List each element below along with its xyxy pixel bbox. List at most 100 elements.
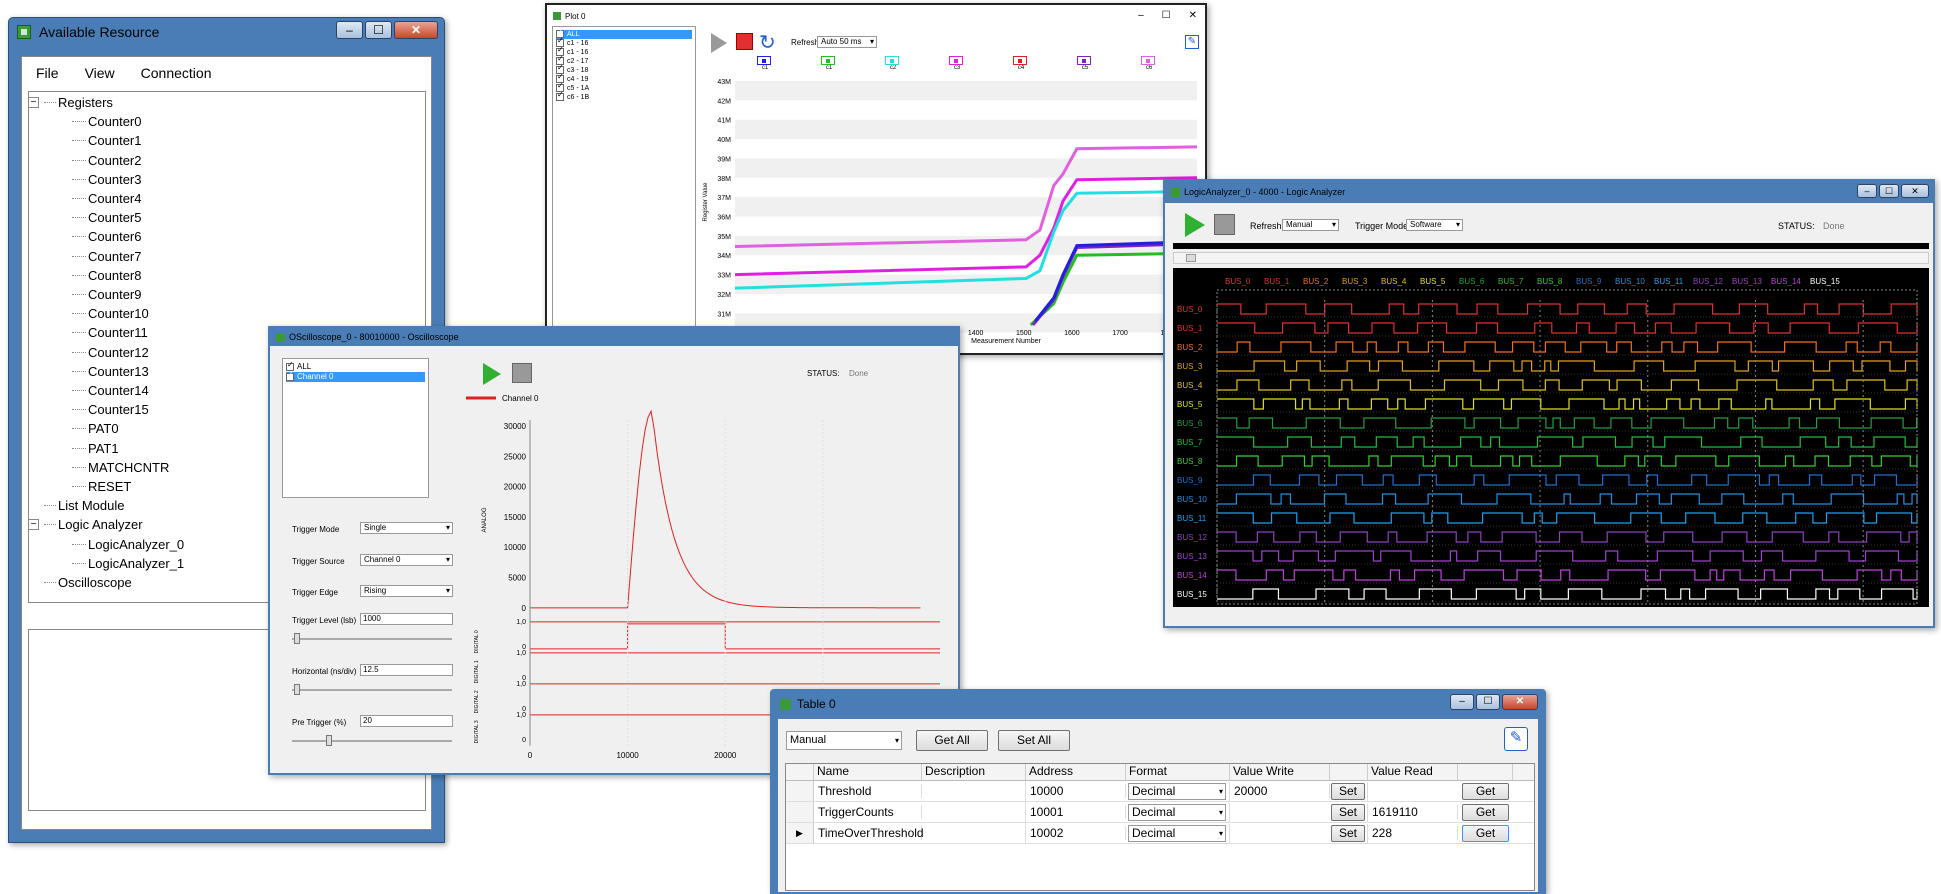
- value-read-cell[interactable]: 1619110: [1368, 805, 1458, 819]
- format-cell[interactable]: Decimal: [1126, 781, 1230, 801]
- tree-node[interactable]: LogicAnalyzer_0: [72, 535, 184, 554]
- column-header[interactable]: Value Read: [1368, 764, 1458, 780]
- minimize-button[interactable]: –: [1138, 10, 1144, 21]
- name-cell[interactable]: Threshold: [814, 784, 922, 798]
- name-cell[interactable]: TriggerCounts: [814, 805, 922, 819]
- description-cell[interactable]: [922, 781, 1026, 801]
- column-header[interactable]: Description: [922, 764, 1026, 780]
- channel-item[interactable]: c3 - 18: [556, 63, 692, 75]
- play-button[interactable]: [483, 363, 501, 385]
- horizontal-scrollbar[interactable]: [1173, 252, 1929, 264]
- address-cell[interactable]: 10002: [1026, 826, 1126, 840]
- tree-node[interactable]: − Logic Analyzer: [28, 515, 143, 534]
- set-button[interactable]: Set: [1331, 803, 1365, 821]
- minimize-button[interactable]: –: [1857, 184, 1877, 198]
- trigger-level-slider[interactable]: [292, 633, 452, 644]
- menu-view[interactable]: View: [85, 65, 115, 81]
- channel-item[interactable]: c4 - 19: [556, 72, 692, 84]
- tree-node[interactable]: Counter9: [72, 285, 141, 304]
- channel-item[interactable]: c5 - 1A: [556, 81, 692, 93]
- tree-node[interactable]: Counter13: [72, 362, 149, 381]
- column-header[interactable]: Address: [1026, 764, 1126, 780]
- legend-item[interactable]: c4: [1013, 56, 1029, 71]
- row-header[interactable]: ▶: [786, 823, 814, 843]
- row-header[interactable]: [786, 781, 814, 801]
- set-button[interactable]: Set: [1331, 824, 1365, 842]
- edit-icon[interactable]: ✎: [1185, 35, 1199, 49]
- close-button[interactable]: ✕: [1189, 10, 1197, 21]
- tree-node[interactable]: Counter12: [72, 343, 149, 362]
- column-header[interactable]: Format: [1126, 764, 1230, 780]
- channel-item[interactable]: c2 - 17: [556, 54, 692, 66]
- tree-node[interactable]: Counter3: [72, 170, 141, 189]
- tree-node[interactable]: − Registers: [28, 93, 113, 112]
- horizontal-slider[interactable]: [292, 684, 452, 695]
- legend-item[interactable]: c1: [821, 56, 837, 71]
- column-header[interactable]: [1330, 764, 1368, 780]
- expand-toggle[interactable]: −: [28, 97, 39, 108]
- tree-node[interactable]: Counter14: [72, 381, 149, 400]
- maximize-button[interactable]: ☐: [1476, 694, 1500, 710]
- tree-node[interactable]: PAT1: [72, 439, 119, 458]
- expand-toggle[interactable]: −: [28, 519, 39, 531]
- mode-select[interactable]: Manual: [786, 731, 902, 750]
- play-button[interactable]: [1185, 213, 1205, 237]
- refresh-select[interactable]: Manual: [1282, 219, 1339, 231]
- column-header[interactable]: [1458, 764, 1513, 780]
- name-cell[interactable]: TimeOverThreshold: [814, 826, 924, 840]
- format-cell[interactable]: Decimal: [1126, 802, 1230, 822]
- title-bar[interactable]: LogicAnalyzer_0 - 4000 - Logic Analyzer: [1165, 181, 1933, 203]
- refresh-select[interactable]: Auto 50 ms: [817, 36, 877, 48]
- stop-button[interactable]: [736, 33, 753, 50]
- format-select[interactable]: Decimal: [1128, 824, 1226, 842]
- refresh-icon[interactable]: ↻: [759, 30, 776, 55]
- tree-node[interactable]: Counter4: [72, 189, 141, 208]
- description-cell[interactable]: [922, 823, 1026, 843]
- edit-icon[interactable]: ✎: [1504, 727, 1528, 751]
- address-cell[interactable]: 10000: [1026, 784, 1126, 798]
- format-cell[interactable]: Decimal: [1126, 823, 1230, 843]
- tree-node[interactable]: Oscilloscope: [44, 573, 132, 592]
- tree-node[interactable]: MATCHCNTR: [72, 458, 169, 477]
- get-button[interactable]: Get: [1462, 824, 1509, 842]
- close-button[interactable]: ✕: [394, 21, 438, 39]
- set-all-button[interactable]: Set All: [998, 730, 1070, 751]
- legend-item[interactable]: c5: [1077, 56, 1093, 71]
- minimize-button[interactable]: –: [336, 21, 363, 39]
- table-row[interactable]: TriggerCounts 10001Decimal Set1619110 Get: [786, 802, 1534, 823]
- value-read-cell[interactable]: 228: [1368, 826, 1458, 840]
- tree-node[interactable]: PAT0: [72, 419, 119, 438]
- tree-node[interactable]: Counter0: [72, 112, 141, 131]
- title-bar[interactable]: OScilloscope_0 - 80010000 - Oscilloscope: [270, 328, 958, 346]
- tree-node[interactable]: Counter6: [72, 227, 141, 246]
- play-button[interactable]: [711, 33, 727, 53]
- column-header[interactable]: Name: [814, 764, 922, 780]
- stop-button[interactable]: [512, 363, 532, 383]
- close-button[interactable]: ✕: [1502, 694, 1538, 710]
- channel-checkbox[interactable]: [286, 370, 294, 381]
- tree-node[interactable]: Counter5: [72, 208, 141, 227]
- tree-node[interactable]: Counter11: [72, 323, 148, 342]
- row-header[interactable]: [786, 802, 814, 822]
- tree-node[interactable]: LogicAnalyzer_1: [72, 554, 184, 573]
- tree-node[interactable]: Counter2: [72, 151, 141, 170]
- set-button[interactable]: Set: [1331, 782, 1365, 800]
- tree-node[interactable]: Counter7: [72, 247, 141, 266]
- get-all-button[interactable]: Get All: [916, 730, 988, 751]
- trigger-mode-select[interactable]: Software: [1406, 219, 1463, 231]
- format-select[interactable]: Decimal: [1128, 803, 1226, 821]
- column-header[interactable]: Value Write: [1230, 764, 1330, 780]
- value-write-cell[interactable]: 20000: [1230, 784, 1330, 798]
- legend-item[interactable]: c6: [1141, 56, 1157, 71]
- stop-button[interactable]: [1214, 214, 1235, 235]
- channel-item[interactable]: c1 - 16: [556, 36, 692, 48]
- channel-item[interactable]: Channel 0: [286, 370, 425, 382]
- channel-item[interactable]: c6 - 1B: [556, 90, 692, 102]
- get-button[interactable]: Get: [1462, 803, 1509, 821]
- maximize-button[interactable]: ☐: [1879, 184, 1899, 198]
- tree-node[interactable]: Counter10: [72, 304, 149, 323]
- title-bar[interactable]: Table 0: [772, 691, 1544, 717]
- channel-item[interactable]: ALL: [286, 360, 425, 372]
- table-row[interactable]: Threshold 10000Decimal 20000Set Get: [786, 781, 1534, 802]
- tree-node[interactable]: Counter1: [72, 131, 141, 150]
